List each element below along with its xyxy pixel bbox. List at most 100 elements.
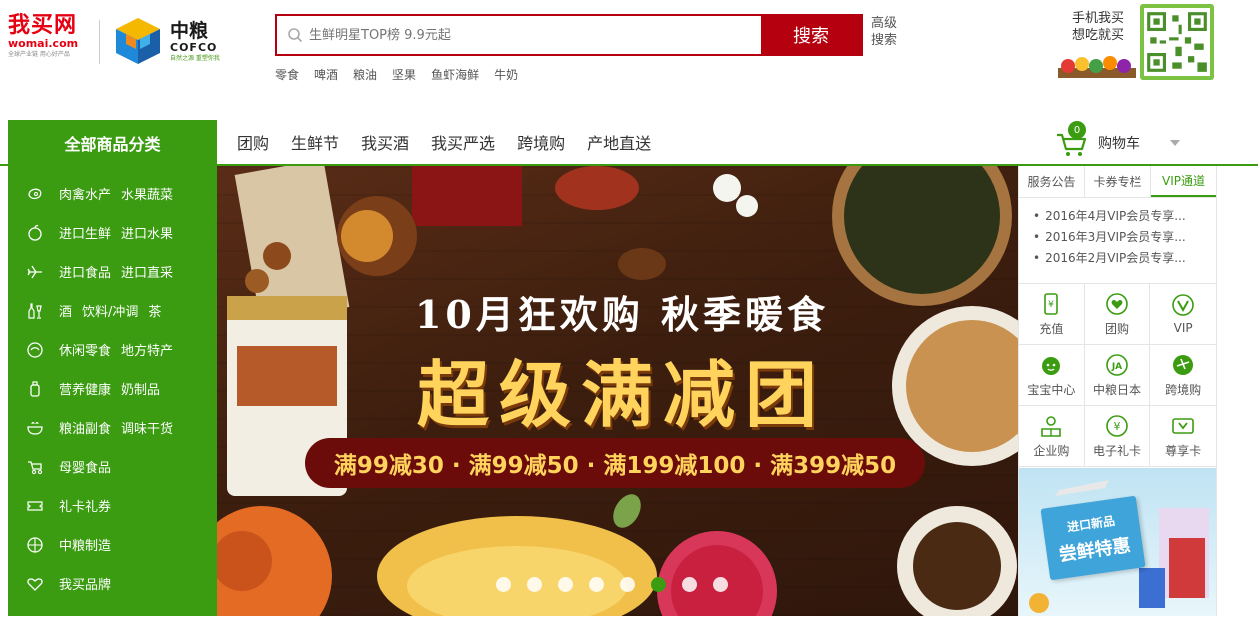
nav-link-fresh-festival[interactable]: 生鲜节 [291,130,339,154]
category-label[interactable]: 进口水果 [121,223,173,242]
womai-logo[interactable]: 我买网 womai.com 全球产业链 用心好产品 [8,14,90,70]
category-label[interactable]: 茶 [148,301,161,320]
svg-text:JA: JA [1111,362,1122,372]
category-label[interactable]: 奶制品 [121,379,160,398]
carousel-dot[interactable] [713,577,728,592]
service-label: 中粮日本 [1092,382,1141,397]
carousel-dots [496,577,744,592]
category-item[interactable]: 我买品牌 [8,564,217,603]
category-item[interactable]: 进口生鲜 进口水果 [8,213,217,252]
mobile-app-promo[interactable]: 手机我买 想吃就买 [1056,4,1216,80]
carousel-dot-active[interactable] [651,577,666,592]
qr-code [1140,4,1214,80]
category-label[interactable]: 营养健康 [59,379,111,398]
service-vip[interactable]: VIP [1150,284,1216,345]
news-item[interactable]: 2016年3月VIP会员专享... [1033,227,1216,248]
service-cofco-japan[interactable]: JA 中粮日本 [1084,345,1151,406]
category-item[interactable]: 营养健康 奶制品 [8,369,217,408]
category-item[interactable]: 母婴食品 [8,447,217,486]
hot-word-link[interactable]: 粮油 [353,66,377,83]
cofco-logo[interactable]: 中粮 COFCO 自然之源 重塑你我 [112,16,220,72]
category-label[interactable]: 休闲零食 [59,340,111,359]
cart-button[interactable]: 0 购物车 [1056,121,1196,160]
category-label[interactable]: 进口直采 [121,262,173,281]
category-label[interactable]: 酒 [59,301,72,320]
category-label[interactable]: 母婴食品 [59,457,111,476]
carousel-dot[interactable] [620,577,635,592]
hot-search-words: 零食 啤酒 粮油 坚果 鱼虾海鲜 牛奶 [275,66,533,83]
category-sidebar: 肉禽水产 水果蔬菜 进口生鲜 进口水果 进口食品 进口直采 酒 饮料/冲调 茶 … [8,166,217,616]
all-categories-header[interactable]: 全部商品分类 [8,120,217,166]
news-item[interactable]: 2016年4月VIP会员专享... [1033,206,1216,227]
category-label[interactable]: 调味干货 [121,418,173,437]
service-premium-card[interactable]: 尊享卡 [1150,406,1216,467]
category-label[interactable]: 粮油副食 [59,418,111,437]
phone-recharge-icon: ¥ [1044,292,1059,315]
tab-coupon-column[interactable]: 卡券专栏 [1085,166,1151,197]
service-gift-card[interactable]: ¥ 电子礼卡 [1084,406,1151,467]
globe-icon [27,536,43,553]
hot-word-link[interactable]: 零食 [275,66,299,83]
service-crossborder[interactable]: 跨境购 [1150,345,1216,406]
crossborder-icon [1173,354,1194,375]
category-item[interactable]: 粮油副食 调味干货 [8,408,217,447]
service-label: 充值 [1039,321,1064,336]
ad-line-1: 进口新品 [1066,513,1116,534]
category-item[interactable]: 进口食品 进口直采 [8,252,217,291]
nav-link-selected[interactable]: 我买严选 [431,130,495,154]
service-group-buy[interactable]: 团购 [1084,284,1151,345]
nav-link-crossborder[interactable]: 跨境购 [517,130,565,154]
banner-title: 10月狂欢购 秋季暖食 [414,292,830,337]
tab-vip-channel[interactable]: VIP通道 [1151,166,1216,197]
category-item[interactable]: 酒 饮料/冲调 茶 [8,291,217,330]
category-item[interactable]: 肉禽水产 水果蔬菜 [8,174,217,213]
hot-word-link[interactable]: 鱼虾海鲜 [431,66,479,83]
service-tabs: 服务公告 卡券专栏 VIP通道 [1019,166,1216,198]
category-label[interactable]: 礼卡礼券 [59,496,111,515]
nav-link-tuangou[interactable]: 团购 [237,130,269,154]
category-label[interactable]: 进口食品 [59,262,111,281]
advanced-search-link[interactable]: 高级搜索 [871,15,903,49]
service-label: 尊享卡 [1165,443,1202,458]
category-item[interactable]: 休闲零食 地方特产 [8,330,217,369]
service-enterprise[interactable]: 企业购 [1019,406,1085,467]
category-item[interactable]: 中粮制造 [8,525,217,564]
service-label: VIP [1173,321,1193,335]
category-label[interactable]: 饮料/冲调 [82,301,138,320]
nav-links: 团购 生鲜节 我买酒 我买严选 跨境购 产地直送 [237,120,673,164]
nav-link-origin-direct[interactable]: 产地直送 [587,130,651,154]
hot-word-link[interactable]: 啤酒 [314,66,338,83]
carousel-dot[interactable] [682,577,697,592]
hot-word-link[interactable]: 坚果 [392,66,416,83]
category-label[interactable]: 中粮制造 [59,535,111,554]
chevron-down-icon [1170,140,1180,146]
category-label[interactable]: 我买品牌 [59,574,111,593]
service-grid: ¥ 充值 团购 VIP 宝宝中心 JA 中粮日本 跨境购 企业购 ¥ 电子礼卡 … [1019,284,1216,467]
category-label[interactable]: 进口生鲜 [59,223,111,242]
news-item[interactable]: 2016年2月VIP会员专享... [1033,248,1216,269]
hot-word-link[interactable]: 牛奶 [494,66,518,83]
plane-icon [27,265,42,278]
service-label: 跨境购 [1165,382,1202,397]
ticket-icon [27,500,43,511]
service-recharge[interactable]: ¥ 充值 [1019,284,1085,345]
hero-banner[interactable]: 10月狂欢购 秋季暖食 超级满减团 满99减30 · 满99减50 · 满199… [217,166,1018,616]
search-input[interactable] [309,16,761,54]
carousel-dot[interactable] [527,577,542,592]
tab-service-notice[interactable]: 服务公告 [1019,166,1085,197]
category-label[interactable]: 肉禽水产 [59,184,111,203]
banner-headline: 超级满减团 [416,352,827,437]
service-baby-center[interactable]: 宝宝中心 [1019,345,1085,406]
search-button[interactable]: 搜索 [761,16,861,54]
carousel-dot[interactable] [589,577,604,592]
right-service-panel: 服务公告 卡券专栏 VIP通道 2016年4月VIP会员专享... 2016年3… [1018,166,1217,616]
carousel-dot[interactable] [558,577,573,592]
main-nav: 全部商品分类 团购 生鲜节 我买酒 我买严选 跨境购 产地直送 0 购物车 [0,120,1258,166]
category-label[interactable]: 地方特产 [121,340,173,359]
category-item[interactable]: 礼卡礼券 [8,486,217,525]
carousel-dot[interactable] [496,577,511,592]
category-label[interactable]: 水果蔬菜 [121,184,173,203]
import-new-products-ad[interactable]: 进口新品 尝鲜特惠 [1019,468,1216,616]
ad-card: 进口新品 尝鲜特惠 [1040,495,1146,581]
nav-link-wine[interactable]: 我买酒 [361,130,409,154]
